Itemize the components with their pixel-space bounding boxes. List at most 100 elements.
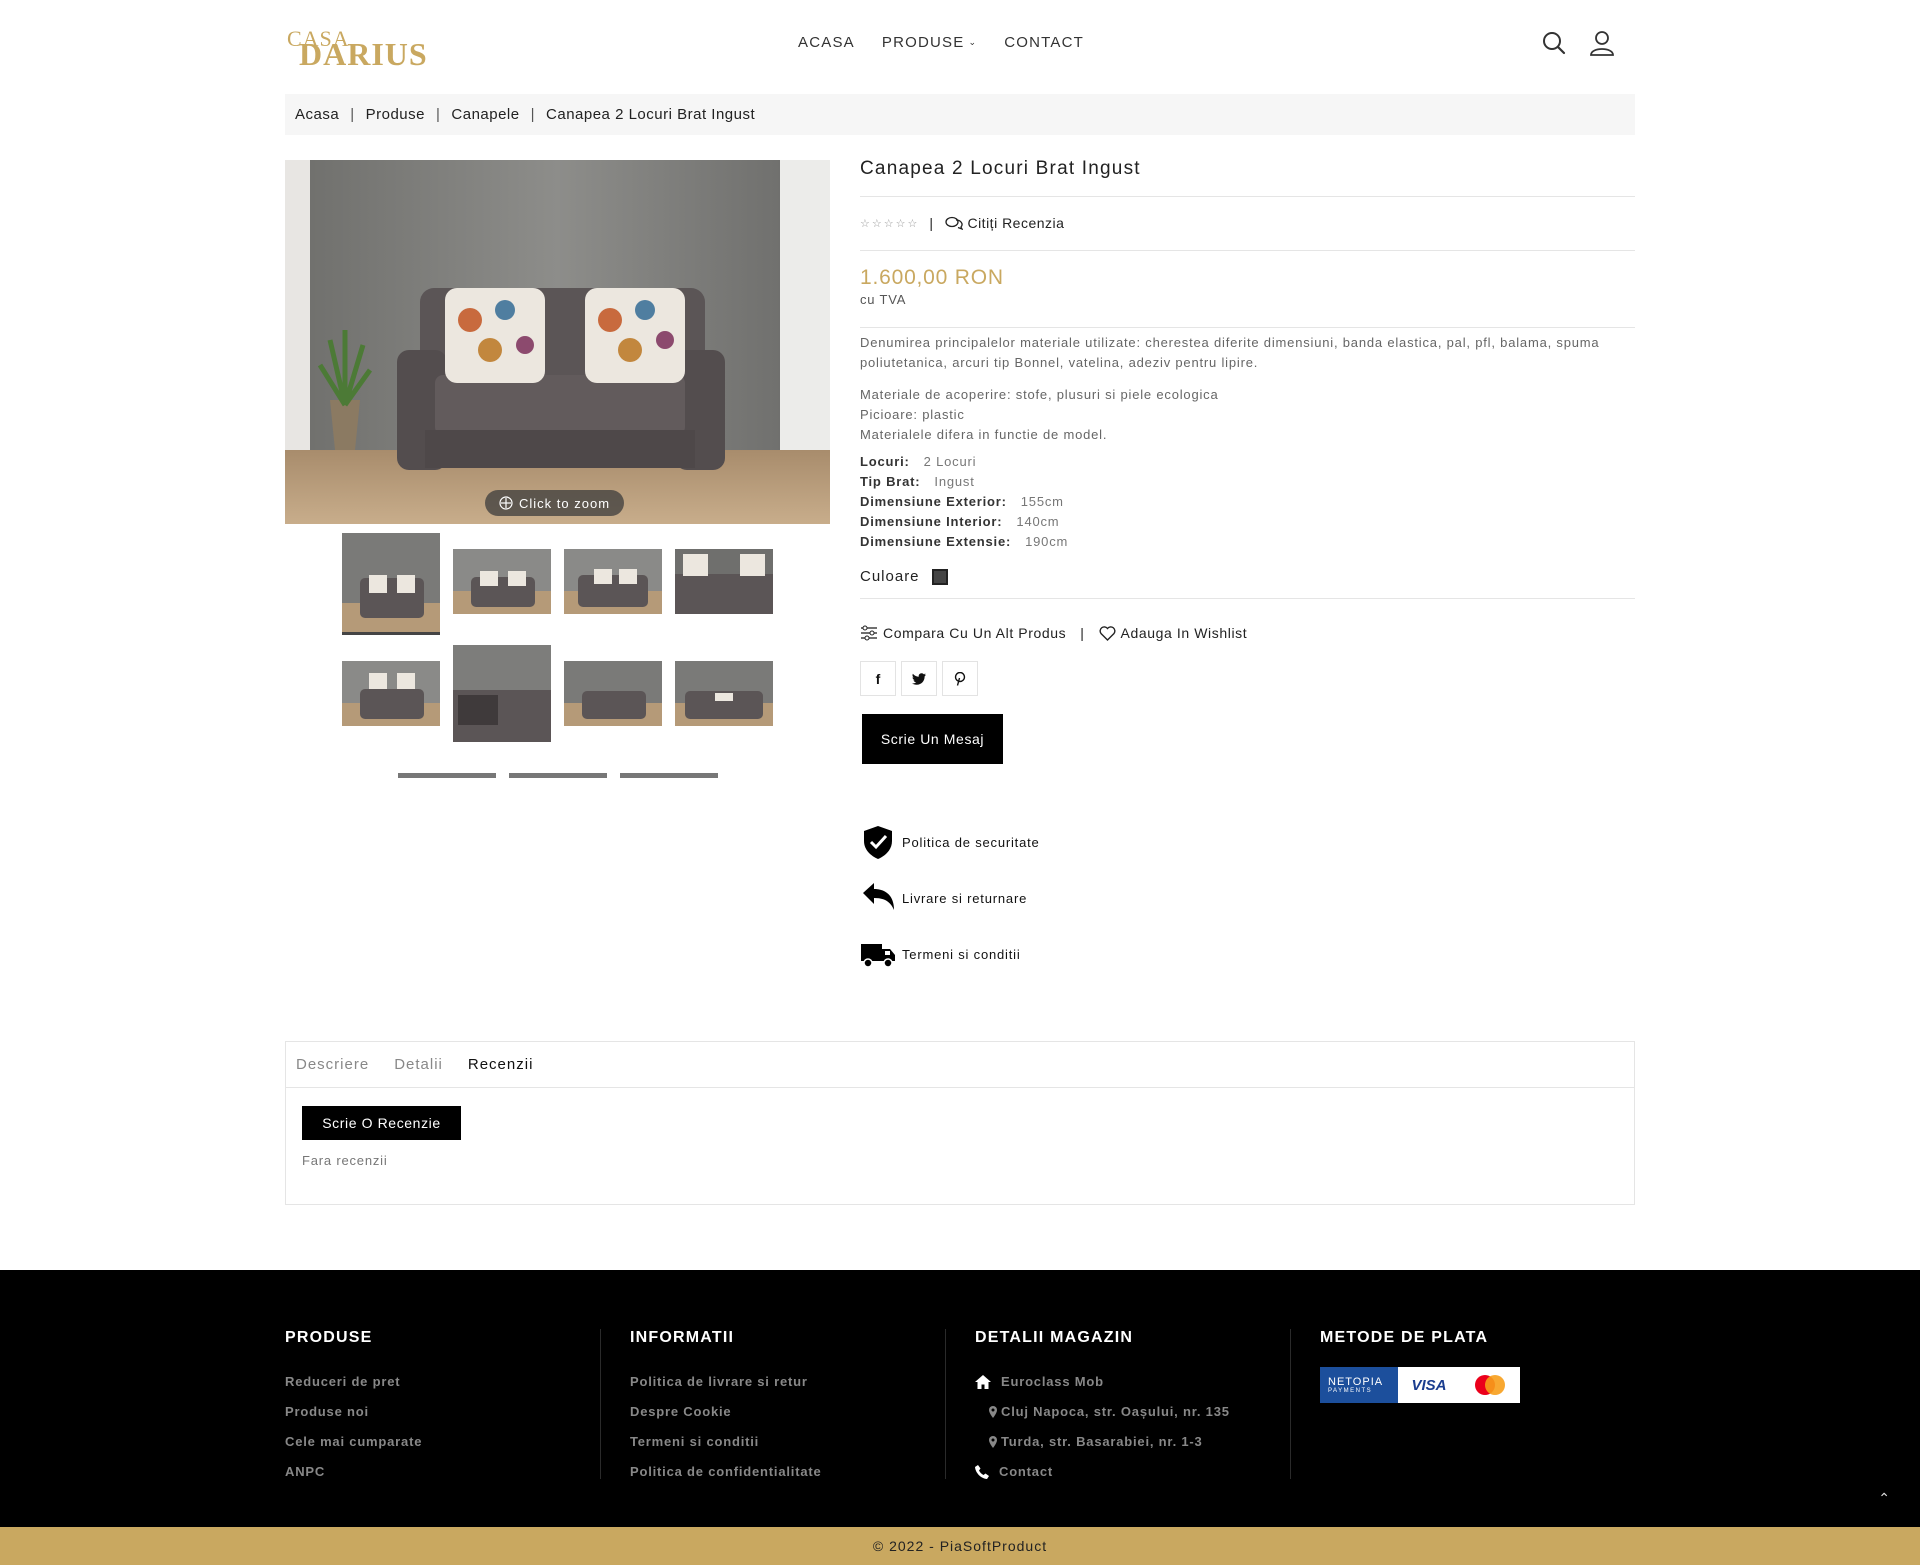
footer-link[interactable]: ANPC	[285, 1457, 422, 1487]
terms-label: Termeni si conditii	[902, 946, 1021, 962]
zoom-label: Click to zoom	[519, 495, 611, 511]
spec-key: Locuri:	[860, 454, 910, 469]
store-address-row: Cluj Napoca, str. Oașului, nr. 135	[975, 1397, 1230, 1427]
terms-link[interactable]: Termeni si conditii	[860, 936, 1021, 972]
write-review-button[interactable]: Scrie O Recenzie	[302, 1106, 461, 1140]
footer-link[interactable]: Despre Cookie	[630, 1397, 822, 1427]
thumbnail-7[interactable]	[564, 661, 662, 726]
tab-descriere[interactable]: Descriere	[296, 1056, 369, 1073]
store-name-row: Euroclass Mob	[975, 1367, 1230, 1397]
product-tabs: Descriere Detalii Recenzii Scrie O Recen…	[285, 1041, 1635, 1205]
spec-value: Ingust	[934, 474, 975, 489]
actions-separator: |	[1080, 625, 1085, 641]
write-message-button[interactable]: Scrie Un Mesaj	[862, 714, 1003, 764]
heart-icon	[1099, 625, 1116, 641]
spec-value: 155cm	[1020, 494, 1064, 509]
footer-magazin: DETALII MAGAZIN Euroclass Mob Cluj Napoc…	[975, 1329, 1230, 1479]
netopia-logo: NETOPIA PAYMENTS	[1320, 1367, 1398, 1403]
back-to-top-icon[interactable]: ⌃	[1878, 1490, 1890, 1507]
logo-darius-text: DARIUS	[299, 36, 428, 72]
casa-darius-logo[interactable]: CASA DARIUS	[285, 26, 427, 72]
map-marker-icon	[989, 1436, 997, 1448]
click-to-zoom-button[interactable]: Click to zoom	[485, 490, 625, 516]
thumbnail-9[interactable]	[398, 773, 496, 778]
footer-plata: METODE DE PLATA NETOPIA PAYMENTS VISA	[1320, 1329, 1520, 1479]
rating-row: ☆☆☆☆☆ | Citiți Recenzia	[860, 215, 1064, 231]
product-actions: Compara Cu Un Alt Produs | Adauga In Wis…	[860, 625, 1247, 641]
footer-link[interactable]: Reduceri de pret	[285, 1367, 422, 1397]
breadcrumb-acasa[interactable]: Acasa	[295, 106, 339, 123]
thumbnail-8[interactable]	[675, 661, 773, 726]
nav-produse[interactable]: PRODUSE ⌄	[882, 34, 977, 51]
divider	[860, 250, 1635, 251]
read-reviews-link[interactable]: Citiți Recenzia	[945, 215, 1064, 231]
security-policy-link[interactable]: Politica de securitate	[860, 824, 1040, 860]
site-header: CASA DARIUS ACASA PRODUSE ⌄ CONTACT	[0, 0, 1920, 90]
thumbnail-3[interactable]	[564, 549, 662, 614]
mastercard-logo	[1460, 1367, 1520, 1403]
netopia-sub-text: PAYMENTS	[1328, 1388, 1373, 1394]
footer-link[interactable]: Cele mai cumparate	[285, 1427, 422, 1457]
chevron-down-icon: ⌄	[968, 37, 978, 47]
home-icon	[975, 1375, 991, 1389]
nav-contact[interactable]: CONTACT	[1004, 34, 1084, 51]
tab-detalii[interactable]: Detalii	[394, 1056, 443, 1073]
copyright-text: © 2022 - PiaSoftProduct	[872, 1538, 1048, 1554]
tabs-header: Descriere Detalii Recenzii	[286, 1042, 1634, 1088]
wishlist-button[interactable]: Adauga In Wishlist	[1099, 625, 1248, 641]
pinterest-icon[interactable]	[942, 661, 978, 696]
materials-note: Materialele difera in functie de model.	[860, 427, 1108, 442]
zoom-icon	[499, 496, 513, 510]
chat-bubbles-icon	[945, 216, 964, 230]
user-account-icon[interactable]	[1589, 30, 1615, 56]
nav-acasa[interactable]: ACASA	[798, 34, 855, 51]
search-icon[interactable]	[1541, 30, 1567, 56]
divider	[860, 196, 1635, 197]
main-nav: ACASA PRODUSE ⌄ CONTACT	[798, 34, 1111, 51]
shield-check-icon	[864, 826, 892, 859]
spec-key: Dimensiune Extensie:	[860, 534, 1012, 549]
tab-recenzii[interactable]: Recenzii	[468, 1056, 534, 1073]
thumbnail-11[interactable]	[620, 773, 718, 778]
store-name: Euroclass Mob	[1001, 1374, 1104, 1389]
footer-produse: PRODUSE Reduceri de pret Produse noi Cel…	[285, 1329, 422, 1479]
breadcrumb-canapele[interactable]: Canapele	[451, 106, 519, 123]
color-selector: Culoare	[860, 568, 948, 585]
breadcrumb-separator: |	[530, 106, 536, 123]
color-swatch[interactable]	[931, 568, 948, 585]
footer-link[interactable]: Politica de confidentialitate	[630, 1457, 822, 1487]
thumbnail-4[interactable]	[675, 549, 773, 614]
compare-button[interactable]: Compara Cu Un Alt Produs	[860, 625, 1066, 641]
twitter-icon[interactable]	[901, 661, 937, 696]
thumbnail-1[interactable]	[342, 533, 440, 635]
main-product-image[interactable]: Click to zoom	[285, 160, 830, 524]
color-label: Culoare	[860, 568, 920, 585]
rating-stars-icon: ☆☆☆☆☆	[860, 217, 920, 230]
store-contact-row[interactable]: Contact	[975, 1457, 1230, 1487]
footer-link[interactable]: Politica de livrare si retur	[630, 1367, 822, 1397]
covering-materials: Materiale de acoperire: stofe, plusuri s…	[860, 387, 1219, 402]
facebook-icon[interactable]: f	[860, 661, 896, 696]
divider	[860, 327, 1635, 328]
wishlist-label: Adauga In Wishlist	[1120, 625, 1248, 641]
thumbnail-10[interactable]	[509, 773, 607, 778]
breadcrumb-separator: |	[350, 106, 355, 123]
thumbnail-2[interactable]	[453, 549, 551, 614]
spec-key: Dimensiune Exterior:	[860, 494, 1007, 509]
breadcrumb-current: Canapea 2 Locuri Brat Ingust	[546, 106, 756, 123]
sliders-icon	[861, 625, 877, 641]
footer-link[interactable]: Produse noi	[285, 1397, 422, 1427]
spec-row: Dimensiune Exterior: 155cm	[860, 492, 1064, 512]
netopia-text: NETOPIA	[1328, 1376, 1384, 1388]
nav-contact-label: CONTACT	[1004, 34, 1084, 51]
breadcrumb-produse[interactable]: Produse	[366, 106, 425, 123]
spec-row: Locuri: 2 Locuri	[860, 452, 976, 472]
footer-divider	[600, 1329, 601, 1479]
delivery-returns-link[interactable]: Livrare si returnare	[860, 880, 1027, 916]
social-share: f	[860, 661, 978, 696]
thumbnail-6[interactable]	[453, 645, 551, 742]
phone-icon	[975, 1465, 989, 1479]
thumbnail-5[interactable]	[342, 661, 440, 726]
spec-key: Tip Brat:	[860, 474, 921, 489]
footer-link[interactable]: Termeni si conditii	[630, 1427, 822, 1457]
